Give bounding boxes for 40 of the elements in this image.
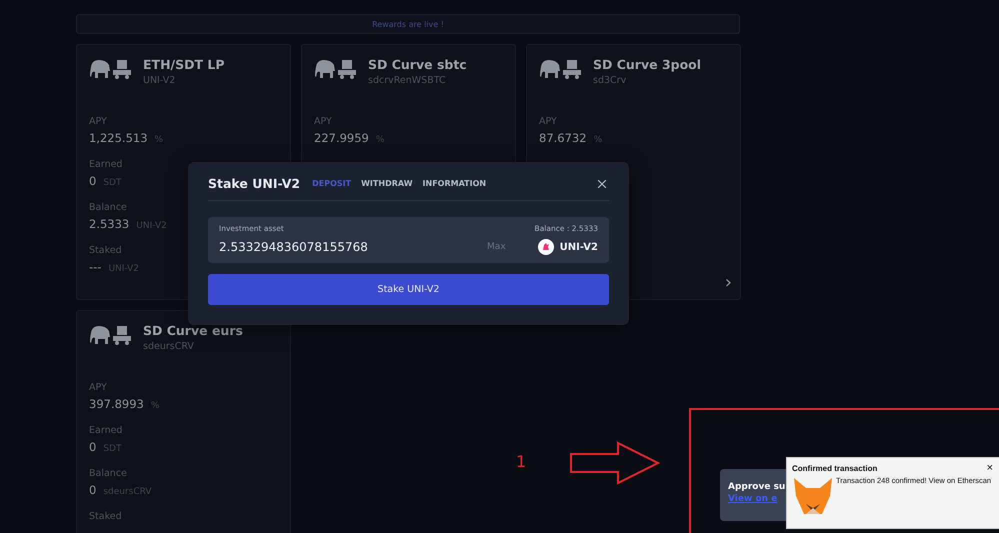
dialog-tab[interactable]: WITHDRAW bbox=[361, 179, 413, 188]
stat-label: APY bbox=[89, 382, 108, 393]
stat-label: Earned bbox=[89, 425, 124, 436]
stat-value: 1,225.513 bbox=[89, 131, 148, 145]
pool-name: ETH/SDT LP bbox=[143, 57, 224, 72]
stat-unit: % bbox=[376, 135, 384, 145]
unicorn-token-icon bbox=[538, 239, 554, 255]
stat-value: 2.5333 bbox=[89, 217, 130, 231]
toast-title: Approve su bbox=[728, 482, 786, 492]
dialog-tab[interactable]: INFORMATION bbox=[422, 179, 486, 188]
stat-label: APY bbox=[539, 116, 558, 127]
stat-value: 397.8993 bbox=[89, 397, 144, 411]
stat-label: Earned bbox=[89, 159, 124, 170]
pool-symbol: UNI-V2 bbox=[143, 75, 176, 86]
pool-name: SD Curve eurs bbox=[143, 323, 243, 338]
rewards-banner: Rewards are live ! bbox=[76, 14, 740, 34]
pool-symbol: sd3Crv bbox=[593, 75, 628, 86]
token-name: UNI-V2 bbox=[560, 242, 598, 252]
stake-button[interactable]: Stake UNI-V2 bbox=[208, 274, 609, 305]
stat-unit: % bbox=[150, 401, 160, 411]
stat-value: 0 bbox=[89, 483, 96, 497]
stat-label: APY bbox=[89, 116, 108, 127]
notification-title: Confirmed transaction bbox=[792, 464, 878, 472]
pool-symbol: sdeursCRV bbox=[143, 341, 195, 352]
stat-value: 227.9959 bbox=[314, 131, 369, 145]
stat-label: APY bbox=[314, 116, 333, 127]
stat-unit: % bbox=[154, 135, 164, 145]
pool-symbol: sdcrvRenWSBTC bbox=[368, 75, 447, 86]
stat-value: 0 bbox=[89, 440, 96, 454]
stat-unit: % bbox=[594, 135, 602, 145]
stat-value: 0 bbox=[89, 174, 96, 188]
annotation-number: 1 bbox=[516, 452, 526, 471]
pool-name: SD Curve 3pool bbox=[593, 57, 702, 72]
pool-name: SD Curve sbtc bbox=[368, 57, 467, 72]
stat-label: Balance bbox=[89, 468, 128, 479]
stat-label: Balance bbox=[89, 202, 128, 213]
stat-value: 87.6732 bbox=[539, 131, 587, 145]
stat-label: Staked bbox=[89, 511, 123, 522]
close-button[interactable]: × bbox=[984, 462, 995, 474]
stat-value: --- bbox=[89, 260, 102, 274]
